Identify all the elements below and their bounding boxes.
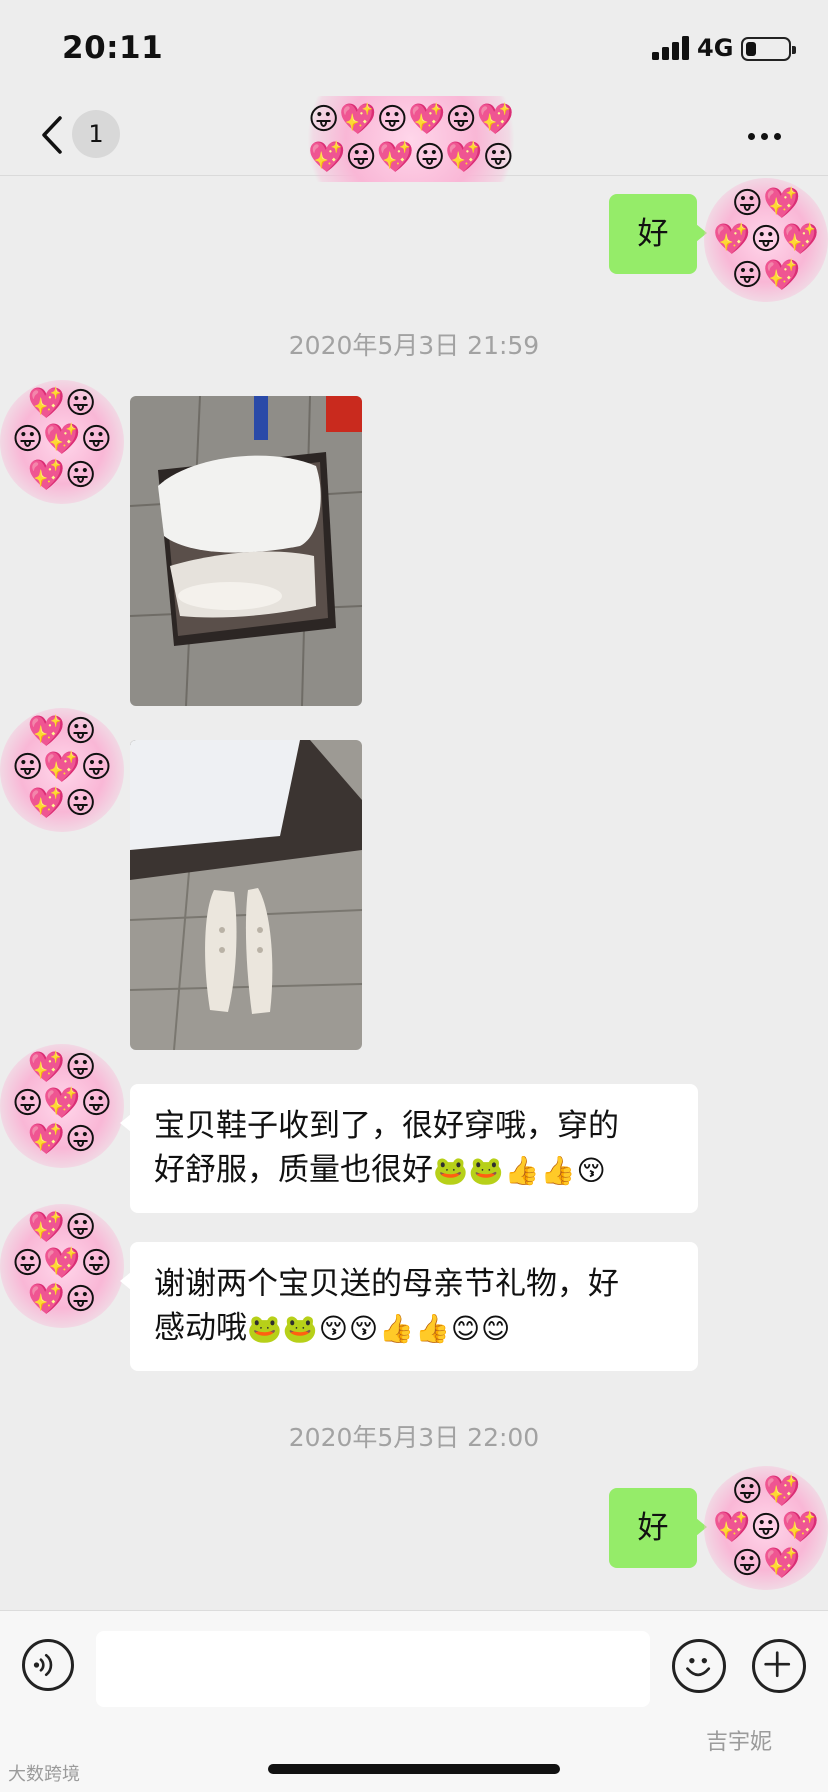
contact-avatar[interactable]: 💖😛 😛💖😛 💖😛	[0, 380, 124, 504]
timestamp: 2020年5月3日 22:00	[288, 1423, 540, 1452]
contact-avatar[interactable]: 💖😛 😛💖😛 💖😛	[0, 1044, 124, 1168]
message-text: 好	[637, 1510, 669, 1546]
my-avatar[interactable]: 😛💖 💖😛💖 😛💖	[704, 1466, 828, 1590]
shoe-box-photo	[130, 396, 362, 706]
photo-message[interactable]	[130, 740, 362, 1050]
contact-avatar[interactable]: 💖😛 😛💖😛 💖😛	[0, 708, 124, 832]
watermark: 大数跨境	[8, 1764, 80, 1785]
battery-icon	[741, 37, 796, 61]
emoji-sequence: 🐸🐸😚😚👍👍😊😊	[247, 1312, 512, 1345]
incoming-message[interactable]: 宝贝鞋子收到了，很好穿哦，穿的 好舒服，质量也很好🐸🐸👍👍😚	[120, 1084, 698, 1213]
message-line: 谢谢两个宝贝送的母亲节礼物，好	[154, 1266, 619, 1302]
emoji-icon[interactable]	[672, 1639, 726, 1693]
network-label: 4G	[697, 34, 734, 62]
incoming-message[interactable]: 谢谢两个宝贝送的母亲节礼物，好 感动哦🐸🐸😚😚👍👍😊😊	[120, 1242, 698, 1371]
unread-count-badge[interactable]: 1	[72, 110, 120, 158]
contact-avatar[interactable]: 💖😛 😛💖😛 💖😛	[0, 1204, 124, 1328]
watermark: 吉宇妮	[706, 1730, 773, 1755]
timestamp: 2020年5月3日 21:59	[288, 331, 540, 360]
message-text: 好	[637, 216, 669, 252]
message-line: 感动哦🐸🐸😚😚👍👍😊😊	[154, 1310, 512, 1346]
plus-icon[interactable]	[752, 1639, 806, 1693]
outgoing-message[interactable]: 好	[609, 1488, 707, 1568]
message-line: 好舒服，质量也很好🐸🐸👍👍😚	[154, 1152, 607, 1188]
my-avatar[interactable]: 😛💖 💖😛💖 😛💖	[704, 178, 828, 302]
chat-header: 1 😛💖😛💖😛💖 💖😛💖😛💖😛	[0, 96, 828, 182]
photo-message[interactable]	[130, 396, 362, 706]
emoji-row: 💖😛💖😛💖😛	[308, 140, 514, 175]
chevron-left-icon[interactable]	[38, 114, 68, 156]
message-input[interactable]	[96, 1631, 650, 1707]
home-indicator[interactable]	[268, 1764, 560, 1774]
chat-title-emoji-name: 😛💖😛💖😛💖 💖😛💖😛💖😛	[282, 96, 540, 182]
voice-icon[interactable]	[22, 1639, 74, 1691]
shoes-photo	[130, 740, 362, 1050]
more-options-button[interactable]	[742, 118, 786, 154]
emoji-sequence: 🐸🐸👍👍😚	[433, 1154, 607, 1187]
message-line: 宝贝鞋子收到了，很好穿哦，穿的	[154, 1108, 619, 1144]
emoji-row: 😛💖😛💖😛💖	[308, 102, 514, 137]
signal-icon	[652, 36, 690, 60]
status-bar: 20:11 4G	[0, 0, 828, 96]
outgoing-message[interactable]: 好	[609, 194, 707, 274]
status-time: 20:11	[62, 30, 164, 66]
